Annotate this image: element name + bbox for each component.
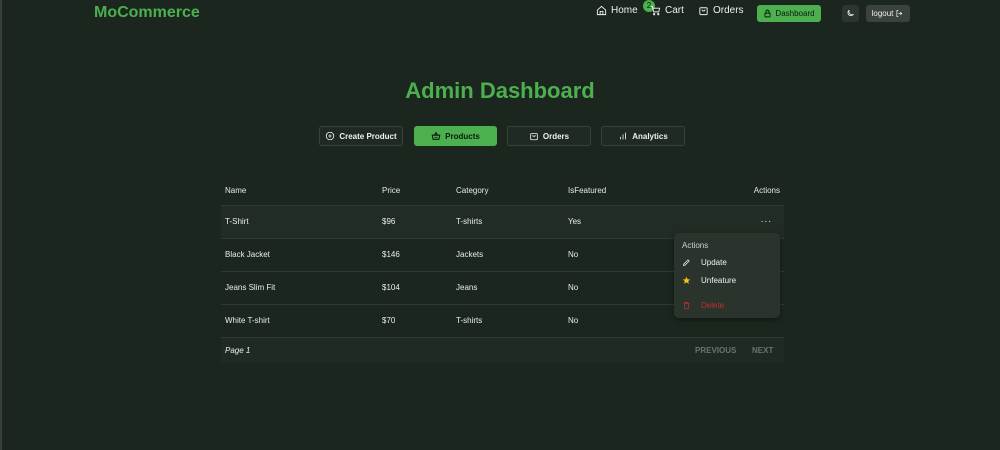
product-featured: Yes <box>568 217 582 226</box>
tab-products-label: Products <box>445 131 480 141</box>
brand-logo[interactable]: MoCommerce <box>94 4 200 22</box>
column-header-featured: IsFeatured <box>568 186 607 195</box>
logout-button[interactable]: logout <box>866 5 910 22</box>
product-category: Jeans <box>456 283 478 292</box>
lock-icon <box>764 9 772 18</box>
menu-item-delete-label: Delete <box>701 301 725 310</box>
nav-home-label: Home <box>611 5 638 16</box>
tab-products[interactable]: Products <box>414 126 497 146</box>
window-edge <box>0 0 2 450</box>
menu-item-delete[interactable]: Delete <box>682 301 724 310</box>
bar-chart-icon <box>620 132 627 140</box>
product-name: Black Jacket <box>225 250 270 259</box>
product-price: $146 <box>382 250 400 259</box>
shopping-bag-icon <box>699 7 708 16</box>
product-name: White T-shirt <box>225 316 270 325</box>
product-category: Jackets <box>456 250 484 259</box>
product-featured: No <box>568 316 579 325</box>
column-header-category: Category <box>456 186 489 195</box>
nav-orders[interactable]: Orders <box>698 5 744 16</box>
plus-circle-icon <box>326 131 335 141</box>
row-actions-button[interactable]: ... <box>761 214 772 225</box>
shopping-bag-icon <box>530 133 538 141</box>
next-page-button[interactable]: NEXT <box>752 346 773 355</box>
menu-item-update-label: Update <box>701 258 727 267</box>
product-name: T-Shirt <box>225 217 249 226</box>
logout-button-label: logout <box>871 9 894 18</box>
product-featured: No <box>568 250 579 259</box>
menu-item-update[interactable]: Update <box>682 258 727 267</box>
star-icon <box>682 276 691 284</box>
tab-orders[interactable]: Orders <box>507 126 591 146</box>
product-price: $96 <box>382 217 396 226</box>
product-price: $104 <box>382 283 400 292</box>
home-icon <box>596 5 607 16</box>
trash-icon <box>683 302 690 309</box>
tab-analytics-label: Analytics <box>632 131 668 141</box>
nav-cart[interactable]: Cart <box>650 5 684 16</box>
pencil-icon <box>682 259 690 267</box>
product-category: T-shirts <box>456 217 483 226</box>
cart-icon <box>650 5 661 16</box>
logout-icon <box>896 10 903 17</box>
nav-orders-label: Orders <box>713 5 744 16</box>
menu-item-unfeature-label: Unfeature <box>701 276 737 285</box>
menu-heading: Actions <box>682 241 709 250</box>
tab-create-product[interactable]: Create Product <box>319 126 403 146</box>
tab-analytics[interactable]: Analytics <box>601 126 685 146</box>
top-navbar: MoCommerce Home 2 Cart Orders Dashboard … <box>0 0 1000 30</box>
page-title: Admin Dashboard <box>405 78 595 103</box>
nav-home[interactable]: Home <box>596 5 638 16</box>
table-header: Name Price Category IsFeatured Actions <box>221 176 784 206</box>
previous-page-button[interactable]: PREVIOUS <box>695 346 736 355</box>
theme-toggle-button[interactable] <box>842 5 859 22</box>
product-name: Jeans Slim Fit <box>225 283 276 292</box>
table-pagination: Page 1 PREVIOUS NEXT <box>221 338 784 363</box>
basket-icon <box>431 131 441 140</box>
dashboard-button[interactable]: Dashboard <box>757 5 821 22</box>
nav-cart-label: Cart <box>665 5 684 16</box>
page-indicator: Page 1 <box>225 346 251 355</box>
product-category: T-shirts <box>456 316 483 325</box>
column-header-name: Name <box>225 186 247 195</box>
tab-create-product-label: Create Product <box>339 131 397 141</box>
column-header-actions: Actions <box>753 186 780 195</box>
product-featured: No <box>568 283 579 292</box>
tab-orders-label: Orders <box>542 131 570 141</box>
moon-icon <box>847 9 854 17</box>
product-price: $70 <box>382 316 396 325</box>
column-header-price: Price <box>382 186 401 195</box>
row-actions-menu: Actions Update Unfeature Delete <box>674 233 780 318</box>
menu-item-unfeature[interactable]: Unfeature <box>682 276 736 285</box>
dashboard-button-label: Dashboard <box>775 9 815 18</box>
